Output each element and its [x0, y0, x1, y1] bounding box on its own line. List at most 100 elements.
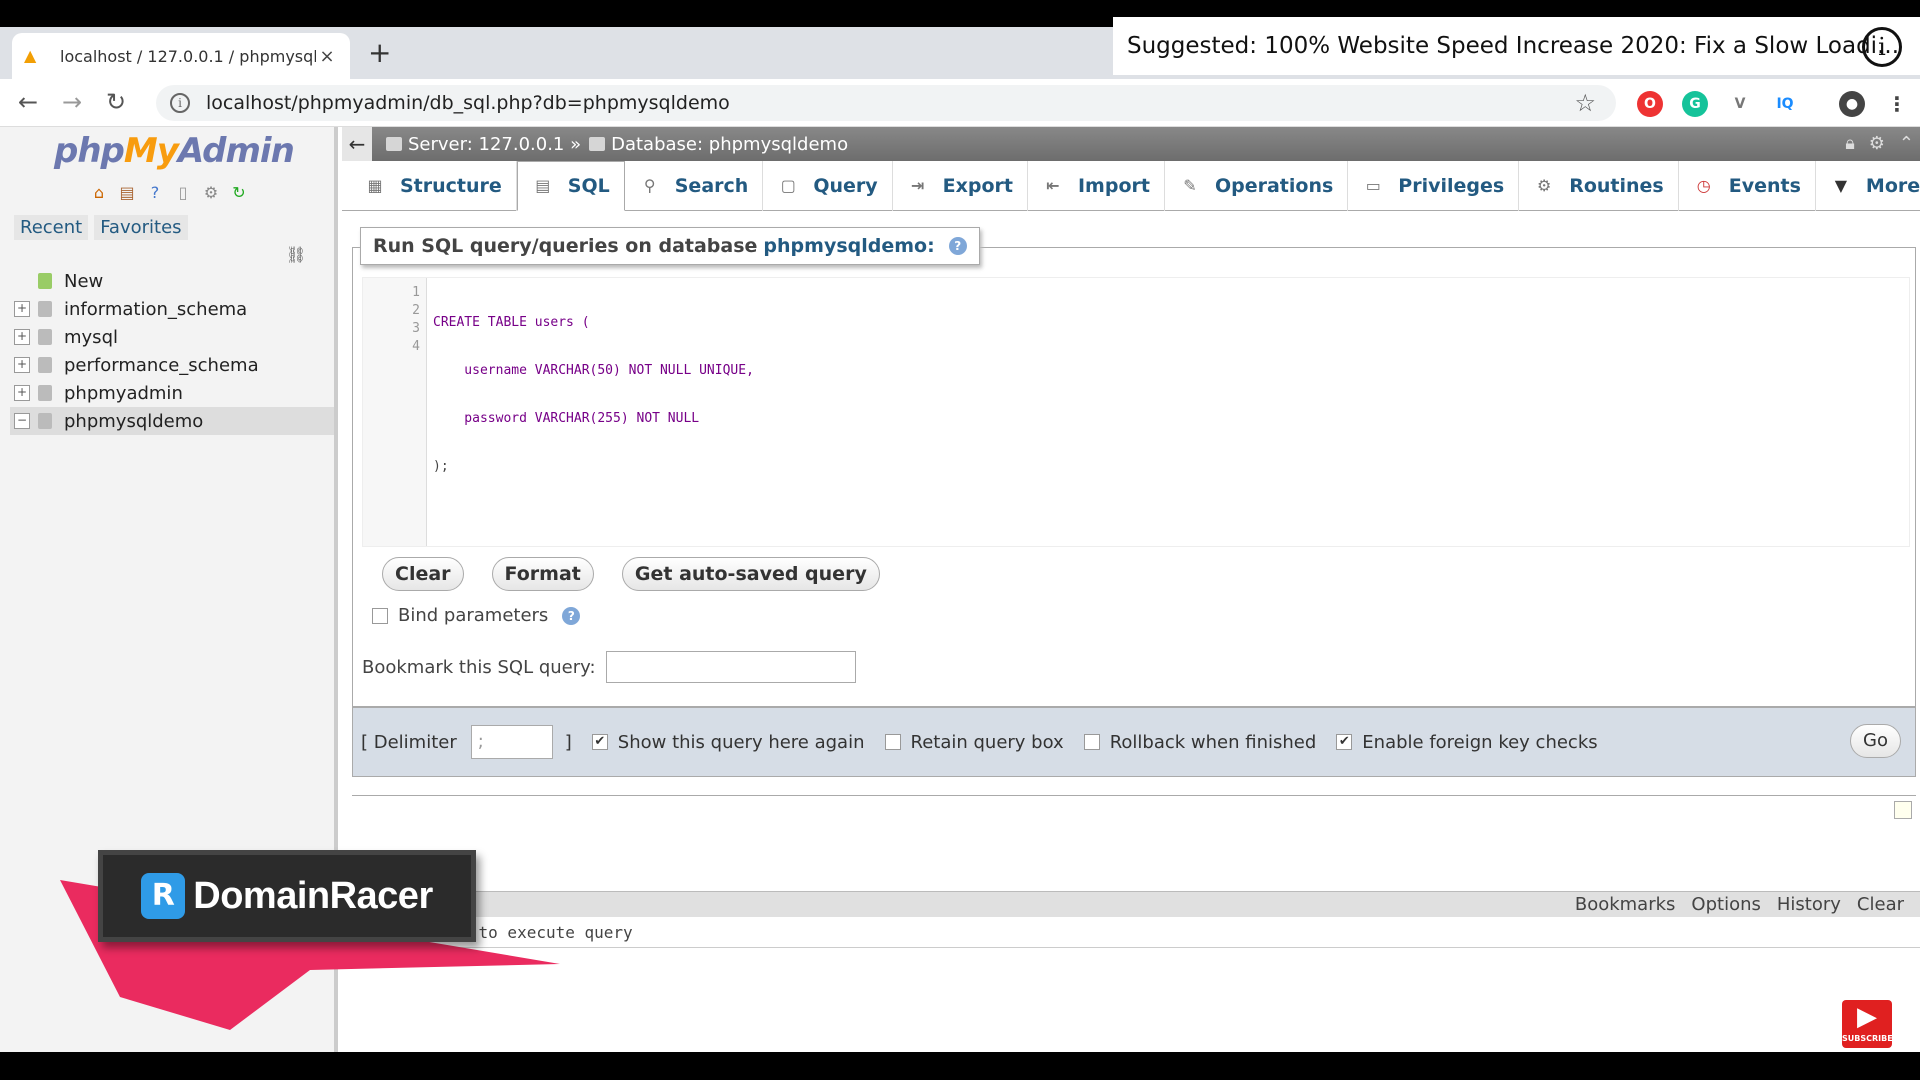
- bottom-letterbox: [0, 1052, 1920, 1080]
- tab-operations[interactable]: ✎ Operations: [1165, 161, 1349, 211]
- help-icon[interactable]: ?: [948, 237, 967, 255]
- subscribe-button[interactable]: ▶ SUBSCRIBE: [1842, 1000, 1893, 1048]
- sql-panel-title-text: Run SQL query/queries on database: [373, 235, 758, 257]
- bind-parameters-checkbox[interactable]: [372, 607, 388, 624]
- line-number: 4: [412, 339, 420, 354]
- vidiq-extension-icon[interactable]: V: [1727, 91, 1753, 117]
- show-query-again-checkbox[interactable]: ✔: [591, 734, 608, 750]
- subscribe-label: SUBSCRIBE: [1842, 1034, 1893, 1043]
- iq-extension-icon[interactable]: IQ: [1772, 91, 1798, 117]
- reload-icon[interactable]: ↻: [106, 89, 126, 115]
- favorites-link[interactable]: Favorites: [94, 215, 188, 240]
- tree-item-performance-schema[interactable]: + performance_schema: [10, 351, 334, 379]
- console-clear-link[interactable]: Clear: [1857, 894, 1904, 915]
- collapse-top-icon[interactable]: ⌃: [1899, 133, 1914, 154]
- profile-avatar-icon[interactable]: ●: [1839, 91, 1865, 117]
- info-icon[interactable]: i: [1862, 27, 1902, 67]
- collapse-navigation-icon[interactable]: ←: [342, 127, 372, 161]
- tab-routines[interactable]: ⚙ Routines: [1519, 161, 1679, 211]
- back-icon[interactable]: ←: [18, 89, 38, 115]
- tree-item-new[interactable]: New: [10, 267, 334, 295]
- suggested-video-banner[interactable]: Suggested: 100% Website Speed Increase 2…: [1113, 17, 1920, 75]
- get-auto-saved-query-button[interactable]: Get auto-saved query: [621, 557, 880, 591]
- breadcrumb-tools: 🔒︎ ⚙ ⌃: [1845, 133, 1914, 154]
- sidebar-quick-icons: ⌂ ▤ ? ▯ ⚙ ↻: [88, 182, 250, 204]
- bookmark-query-row: Bookmark this SQL query:: [362, 651, 856, 683]
- sql-editor[interactable]: 1 2 3 4 CREATE TABLE users ( username VA…: [362, 277, 1910, 547]
- phpmyadmin-logo[interactable]: phpMyAdmin: [54, 131, 295, 171]
- settings-gear-icon[interactable]: ⚙: [1869, 133, 1885, 154]
- grammarly-extension-icon[interactable]: G: [1682, 91, 1708, 117]
- retain-query-box-option[interactable]: Retain query box: [884, 732, 1064, 753]
- forward-icon[interactable]: →: [62, 89, 82, 115]
- bookmark-query-input[interactable]: [605, 651, 856, 683]
- divider: [352, 795, 1916, 796]
- tab-privileges[interactable]: ▭ Privileges: [1348, 161, 1520, 211]
- close-tab-icon[interactable]: ×: [316, 46, 338, 67]
- tab-search[interactable]: ⚲ Search: [625, 161, 764, 211]
- tree-item-information-schema[interactable]: + information_schema: [10, 295, 334, 323]
- link-with-main-panel-icon[interactable]: ⛓: [286, 245, 306, 264]
- chrome-menu-icon[interactable]: ⋮: [1884, 91, 1910, 117]
- database-tabs: ▦ Structure ▤ SQL ⚲ Search ▢ Query ⇥ Export ⇤…: [342, 161, 1920, 211]
- tab-sql[interactable]: ▤ SQL: [516, 161, 625, 211]
- help-icon[interactable]: ?: [144, 182, 166, 204]
- console-bookmarks-link[interactable]: Bookmarks: [1575, 894, 1676, 915]
- sql-panel-db-name: phpmysqldemo:: [763, 235, 935, 257]
- logout-icon[interactable]: ▤: [116, 182, 138, 204]
- reload-navigation-icon[interactable]: ↻: [228, 182, 250, 204]
- new-tab-button[interactable]: +: [368, 39, 391, 67]
- delimiter-input[interactable]: ;: [470, 725, 553, 759]
- console-history-link[interactable]: History: [1777, 894, 1841, 915]
- sql-code[interactable]: CREATE TABLE users ( username VARCHAR(50…: [427, 278, 760, 546]
- tree-item-mysql[interactable]: + mysql: [10, 323, 334, 351]
- expand-icon[interactable]: +: [14, 329, 30, 345]
- privileges-icon: ▭: [1365, 176, 1381, 195]
- search-icon: ⚲: [643, 176, 656, 195]
- console-toggle-icon[interactable]: [1894, 801, 1912, 819]
- collapse-icon[interactable]: −: [14, 413, 30, 429]
- expand-icon[interactable]: +: [14, 301, 30, 317]
- retain-query-box-checkbox[interactable]: [884, 734, 901, 750]
- foreign-key-checks-checkbox[interactable]: ✔: [1336, 734, 1353, 750]
- browser-tab[interactable]: ▲ localhost / 127.0.0.1 / phpmysqld ×: [12, 33, 350, 79]
- tab-structure[interactable]: ▦ Structure: [350, 161, 517, 211]
- tab-events[interactable]: ◷ Events: [1679, 161, 1816, 211]
- tree-item-phpmysqldemo[interactable]: − phpmysqldemo: [10, 407, 334, 435]
- line-number: 1: [412, 285, 420, 300]
- opera-extension-icon[interactable]: O: [1637, 91, 1663, 117]
- lock-icon[interactable]: 🔒︎: [1845, 133, 1855, 154]
- foreign-key-checks-option[interactable]: ✔ Enable foreign key checks: [1336, 732, 1598, 753]
- expand-icon[interactable]: +: [14, 385, 30, 401]
- clear-button[interactable]: Clear: [382, 557, 464, 591]
- database-icon: [38, 357, 52, 373]
- tab-import[interactable]: ⇤ Import: [1028, 161, 1165, 211]
- domainracer-banner: R DomainRacer: [98, 850, 476, 942]
- bind-parameters-option[interactable]: Bind parameters ?: [372, 605, 581, 626]
- console-options-link[interactable]: Options: [1691, 894, 1760, 915]
- tab-query[interactable]: ▢ Query: [763, 161, 893, 211]
- address-bar[interactable]: i localhost/phpmyadmin/db_sql.php?db=php…: [156, 85, 1616, 121]
- format-button[interactable]: Format: [491, 557, 594, 591]
- rollback-checkbox[interactable]: [1083, 734, 1100, 750]
- settings-gear-icon[interactable]: ⚙: [200, 182, 222, 204]
- tree-item-phpmyadmin[interactable]: + phpmyadmin: [10, 379, 334, 407]
- recent-link[interactable]: Recent: [14, 215, 89, 240]
- site-info-icon[interactable]: i: [170, 93, 190, 113]
- database-icon: [38, 413, 52, 429]
- documentation-icon[interactable]: ▯: [172, 182, 194, 204]
- tab-more[interactable]: ▼ More: [1816, 161, 1920, 211]
- breadcrumb-database[interactable]: Database: phpmysqldemo: [589, 134, 848, 155]
- show-query-again-option[interactable]: ✔ Show this query here again: [591, 732, 865, 753]
- tab-export[interactable]: ⇥ Export: [893, 161, 1028, 211]
- bind-parameters-label: Bind parameters: [398, 605, 549, 626]
- expand-icon[interactable]: +: [14, 357, 30, 373]
- line-number: 3: [412, 321, 420, 336]
- rollback-option[interactable]: Rollback when finished: [1083, 732, 1316, 753]
- bookmark-star-icon[interactable]: ☆: [1574, 89, 1596, 117]
- tab-label: Structure: [400, 175, 502, 197]
- breadcrumb-server[interactable]: Server: 127.0.0.1 »: [386, 134, 581, 155]
- home-icon[interactable]: ⌂: [88, 182, 110, 204]
- go-button[interactable]: Go: [1850, 724, 1901, 758]
- help-icon[interactable]: ?: [562, 606, 581, 625]
